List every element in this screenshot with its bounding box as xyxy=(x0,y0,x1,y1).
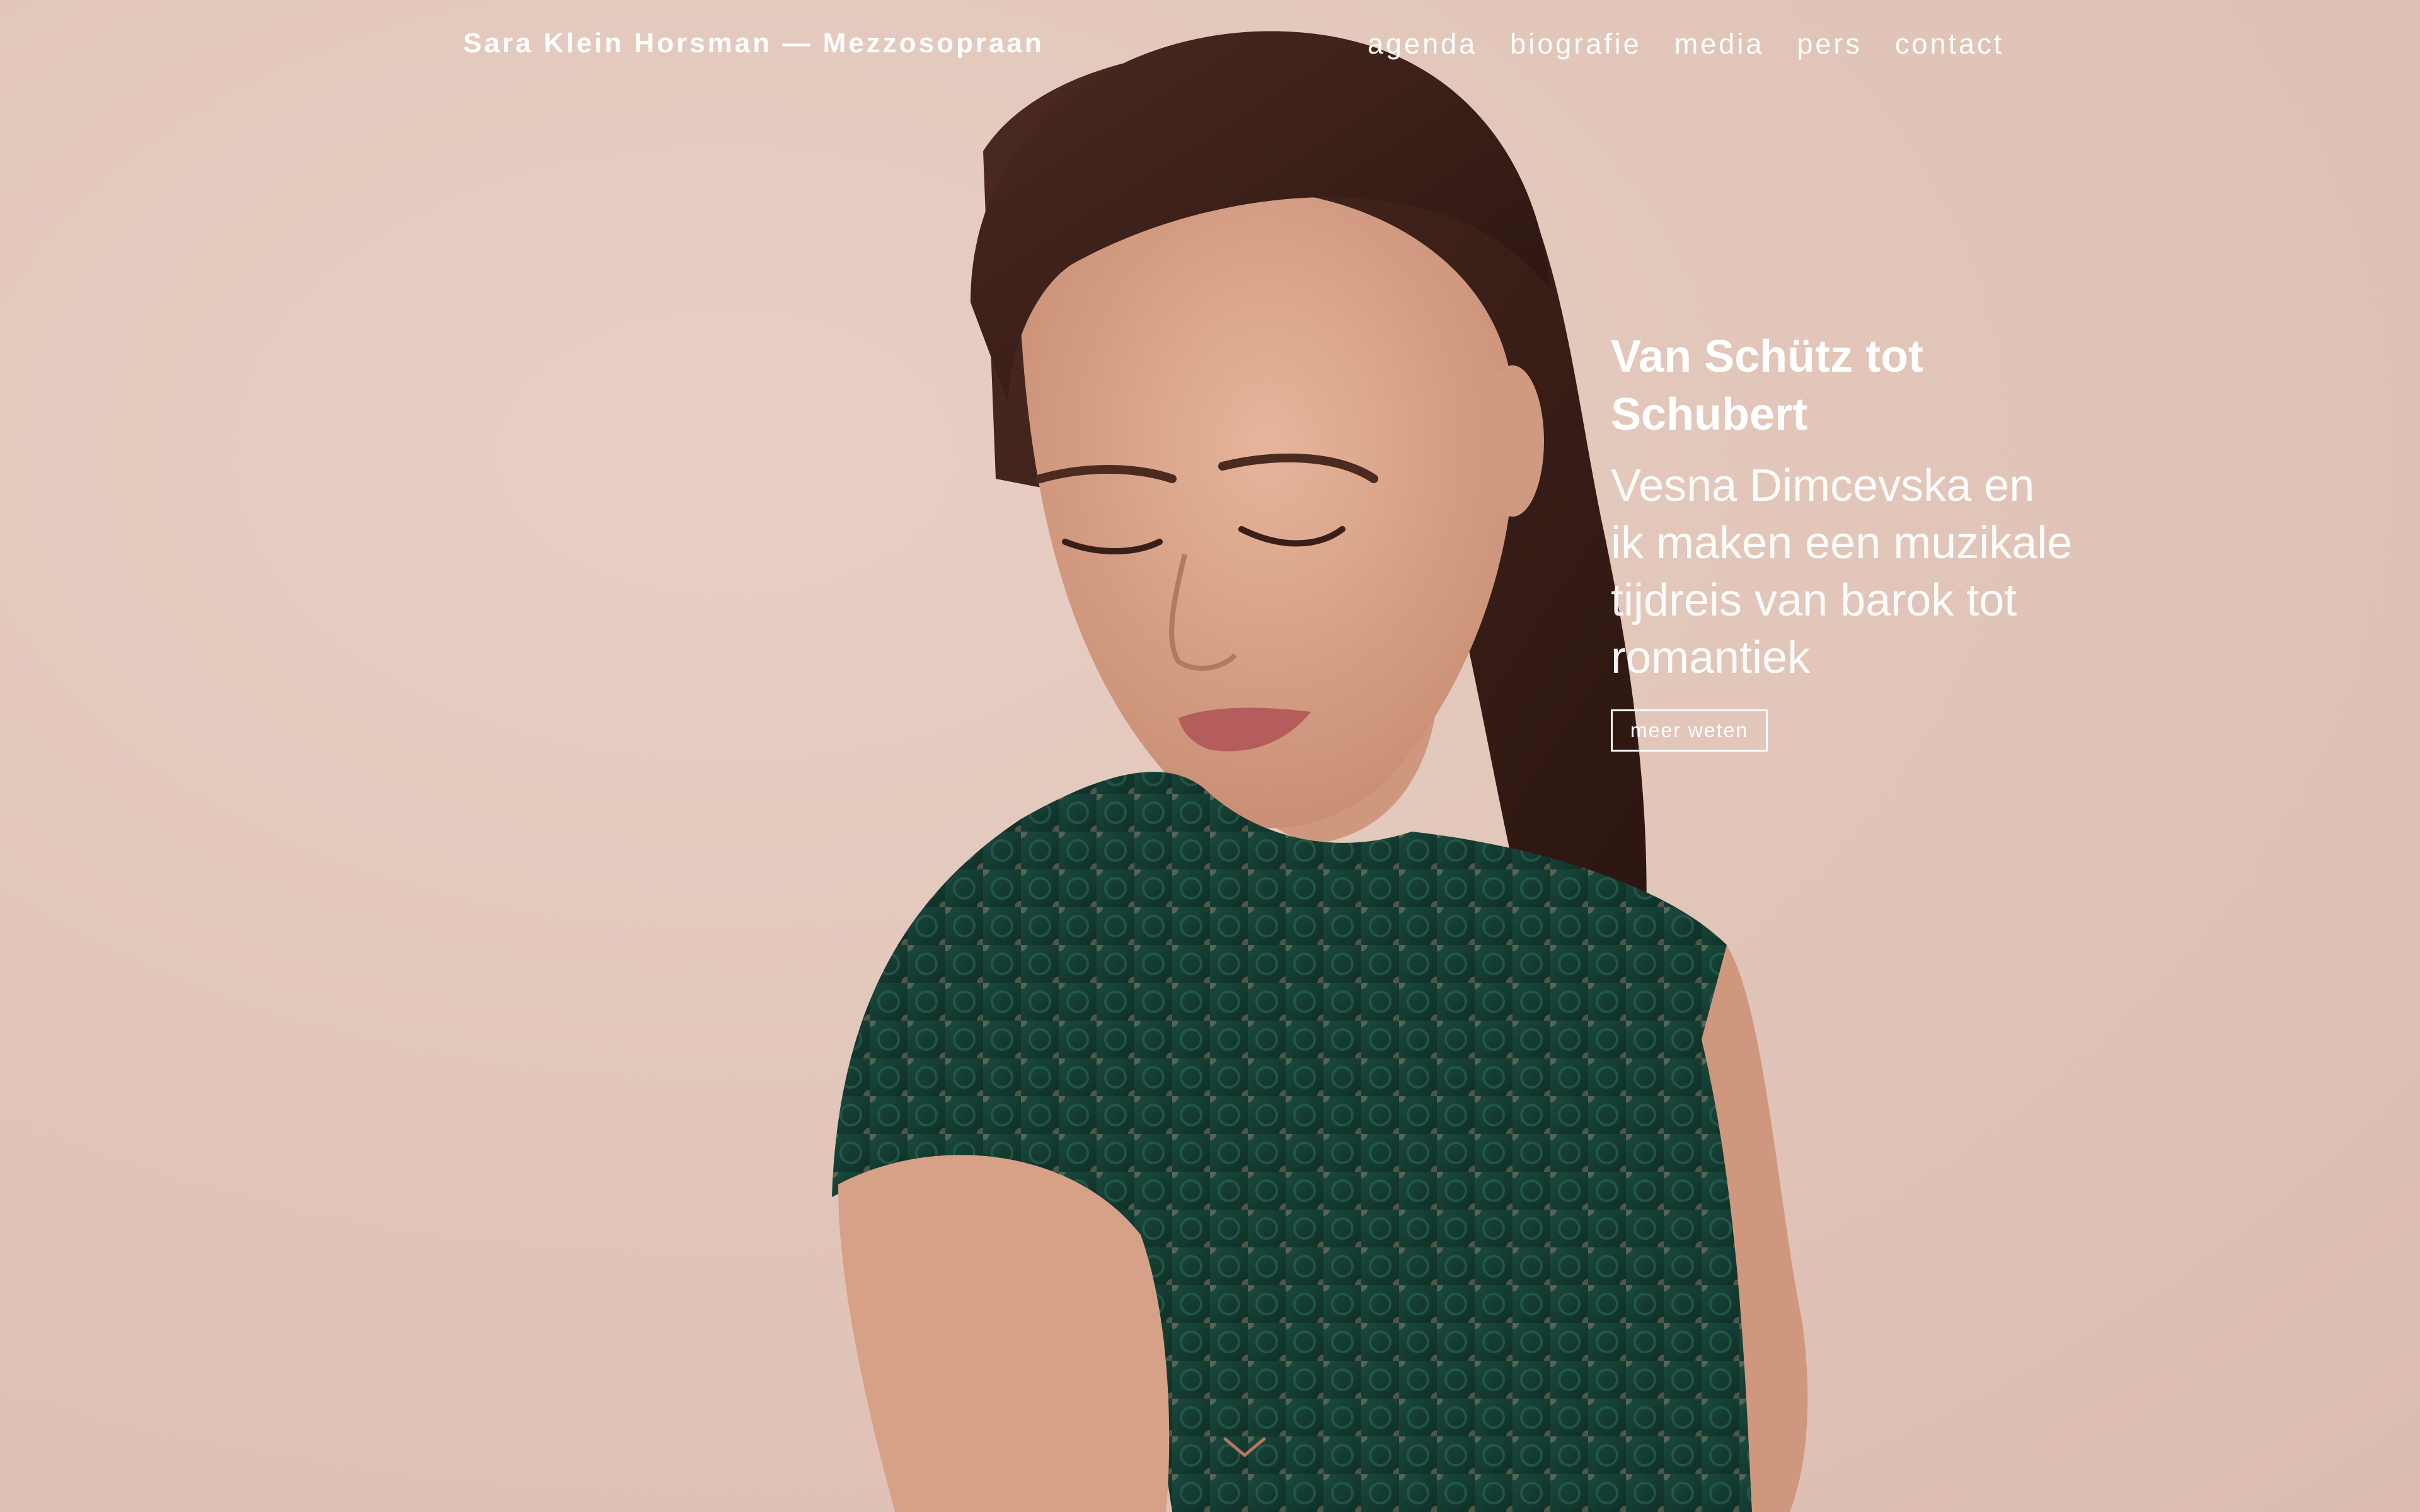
featured-concert: Van Schütz tot Schubert Vesna Dimcevska … xyxy=(1611,328,2077,752)
chevron-down-icon[interactable] xyxy=(1223,1435,1267,1460)
main-nav: agenda biografie media pers contact xyxy=(1368,28,2004,60)
feature-subtitle: Vesna Dimcevska en ik maken een muzikale… xyxy=(1611,461,2073,683)
site-header: Sara Klein Horsman — Mezzosopraan agenda… xyxy=(0,0,2420,101)
nav-item-contact[interactable]: contact xyxy=(1895,28,2004,60)
hero-portrait-image xyxy=(832,31,1808,1512)
page: Sara Klein Horsman — Mezzosopraan agenda… xyxy=(0,0,2420,1512)
feature-title: Van Schütz tot Schubert xyxy=(1611,331,1924,440)
nav-item-pers[interactable]: pers xyxy=(1797,28,1862,60)
nav-item-agenda[interactable]: agenda xyxy=(1368,28,1477,60)
nav-item-biografie[interactable]: biografie xyxy=(1510,28,1642,60)
meer-weten-button[interactable]: meer weten xyxy=(1611,709,1768,752)
nav-item-media[interactable]: media xyxy=(1674,28,1765,60)
site-title-link[interactable]: Sara Klein Horsman — Mezzosopraan xyxy=(463,28,1044,59)
